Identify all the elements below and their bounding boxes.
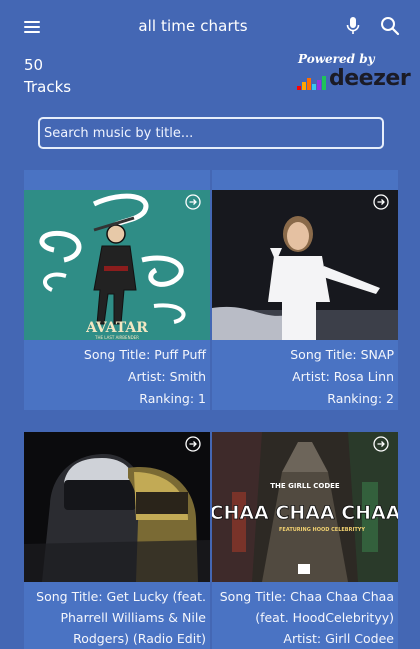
track-meta-3: Song Title: Get Lucky (feat. Pharrell Wi…	[36, 586, 206, 649]
track-count: 50 Tracks	[24, 54, 71, 98]
album-art-4-top: THE GIRLL CODEE	[270, 482, 340, 490]
track-meta-2: Song Title: SNAP Artist: Rosa Linn Ranki…	[290, 344, 394, 410]
track-card-2[interactable]: Song Title: SNAP Artist: Rosa Linn Ranki…	[212, 170, 398, 410]
ranking: Ranking: 2	[327, 391, 394, 406]
track-count-label: Tracks	[24, 78, 72, 96]
artist-name: Artist: Smith	[127, 369, 206, 384]
ranking: Ranking: 1	[139, 391, 206, 406]
song-title: Song Title: Puff Puff	[83, 347, 206, 362]
track-count-number: 50	[24, 56, 44, 74]
track-card-3[interactable]: Song Title: Get Lucky (feat. Pharrell Wi…	[24, 432, 210, 649]
microphone-icon[interactable]	[346, 16, 360, 36]
artist-name: Artist: Girll Codee	[283, 631, 394, 646]
album-art-4-title: CHAA CHAA CHAA	[212, 502, 398, 524]
open-arrow-icon[interactable]	[373, 436, 389, 452]
track-card-4[interactable]: THE GIRLL CODEE CHAA CHAA CHAA FEATURING…	[212, 432, 398, 649]
album-art-4: THE GIRLL CODEE CHAA CHAA CHAA FEATURING…	[212, 432, 398, 582]
album-art-1: AVATAR THE LAST AIRBENDER	[24, 190, 210, 340]
tracks-grid: AVATAR THE LAST AIRBENDER Song Title: Pu…	[24, 170, 398, 649]
deezer-bars-icon	[297, 70, 326, 90]
search-input[interactable]	[38, 117, 384, 149]
album-art-3	[24, 432, 210, 582]
open-arrow-icon[interactable]	[185, 436, 201, 452]
song-title-line-3: Rodgers) (Radio Edit)	[73, 631, 206, 646]
song-title-line-2: Pharrell Williams & Nile	[60, 610, 206, 625]
artist-name: Artist: Rosa Linn	[292, 369, 394, 384]
album-art-4-sub: FEATURING HOOD CELEBRITYY	[279, 527, 365, 533]
song-title-line-1: Song Title: Get Lucky (feat.	[36, 589, 206, 604]
track-card-1[interactable]: AVATAR THE LAST AIRBENDER Song Title: Pu…	[24, 170, 210, 410]
song-title-line-1: Song Title: Chaa Chaa Chaa	[219, 589, 394, 604]
album-art-2	[212, 190, 398, 340]
deezer-wordmark: deezer	[329, 66, 411, 91]
song-title-line-2: (feat. HoodCelebrityy)	[255, 610, 394, 625]
track-meta-1: Song Title: Puff Puff Artist: Smith Rank…	[84, 344, 206, 410]
open-arrow-icon[interactable]	[185, 194, 201, 210]
song-title: Song Title: SNAP	[290, 347, 394, 362]
album-art-1-subtitle: THE LAST AIRBENDER	[94, 335, 139, 340]
powered-by-label: Powered by	[298, 52, 375, 66]
album-art-1-title: AVATAR	[85, 320, 148, 336]
track-meta-4: Song Title: Chaa Chaa Chaa (feat. HoodCe…	[220, 586, 394, 649]
open-arrow-icon[interactable]	[373, 194, 389, 210]
search-icon[interactable]	[380, 16, 400, 36]
app-header: all time charts	[0, 0, 420, 52]
deezer-logo: deezer	[297, 66, 411, 91]
page-title: all time charts	[138, 17, 248, 35]
